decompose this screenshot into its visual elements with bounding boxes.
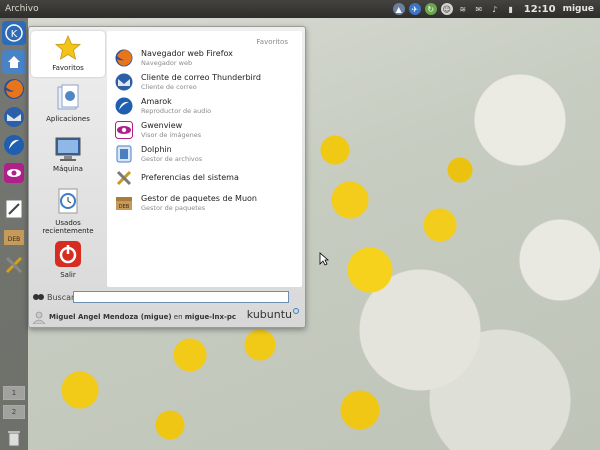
- favorite-desc: Gestor de archivos: [141, 154, 203, 163]
- system-tools-icon[interactable]: [2, 253, 26, 277]
- workspace-2[interactable]: 2: [3, 405, 25, 419]
- window-title: Archivo: [5, 4, 39, 14]
- favorite-gwenview[interactable]: Gwenview Visor de imágenes: [115, 119, 300, 141]
- firefox-icon: [115, 49, 133, 67]
- svg-text:K: K: [11, 29, 18, 40]
- top-panel: Archivo ▲ ✈ ↻ ☺ ≋ ✉ ♪ ▮ 12:10 migue: [0, 0, 600, 18]
- favorite-name: Cliente de correo Thunderbird: [141, 72, 261, 82]
- alien-icon[interactable]: ☺: [440, 3, 453, 15]
- favorite-name: Amarok: [141, 96, 172, 106]
- svg-text:DEB: DEB: [8, 236, 21, 243]
- star-icon: [54, 35, 82, 60]
- favorite-muon[interactable]: DEB Gestor de paquetes de Muon Gestor de …: [115, 192, 300, 214]
- kde-logo-icon[interactable]: K: [2, 21, 26, 45]
- favorites-panel: Favoritos Navegador web Firefox Navegador…: [107, 31, 302, 287]
- host-name: migue-lnx-pc: [184, 312, 237, 321]
- search-input[interactable]: [73, 291, 289, 303]
- menu-sidebar: Favoritos Aplicaciones Máquina Usados re…: [29, 27, 107, 289]
- favorite-amarok[interactable]: Amarok Reproductor de audio: [115, 95, 300, 117]
- trash-icon[interactable]: [2, 426, 26, 450]
- sidebar-item-machine[interactable]: Máquina: [31, 135, 105, 173]
- home-icon[interactable]: [2, 50, 26, 74]
- system-settings-icon: [116, 170, 132, 186]
- favorite-name: Preferencias del sistema: [141, 173, 239, 182]
- kubuntu-logo: kubuntu: [247, 308, 299, 321]
- brand-text: kubuntu: [246, 308, 292, 321]
- sidebar-item-label: Favoritos: [52, 64, 84, 72]
- thunderbird-icon: [115, 73, 133, 91]
- wifi-icon[interactable]: ≋: [457, 3, 469, 15]
- avatar: [32, 311, 46, 324]
- system-tray: ▲ ✈ ↻ ☺ ≋ ✉ ♪ ▮ 12:10 migue: [392, 3, 600, 15]
- amarok-icon[interactable]: [2, 133, 26, 157]
- user-menu[interactable]: migue: [563, 4, 594, 14]
- favorite-system-settings[interactable]: Preferencias del sistema: [115, 167, 300, 189]
- search-row: Buscar:: [29, 288, 305, 306]
- favorite-desc: Gestor de paquetes: [141, 203, 206, 212]
- search-icon: [33, 294, 44, 300]
- firefox-icon[interactable]: [2, 77, 26, 101]
- user-row: Miguel Angel Mendoza (migue) en migue-ln…: [29, 306, 305, 327]
- favorite-name: Gestor de paquetes de Muon: [141, 193, 257, 203]
- battery-icon[interactable]: ▮: [505, 3, 517, 15]
- mail-icon[interactable]: ✉: [473, 3, 485, 15]
- clock[interactable]: 12:10: [524, 4, 556, 15]
- dolphin-icon: [116, 145, 132, 163]
- favorite-desc: Cliente de correo: [141, 82, 197, 91]
- sidebar-item-recent[interactable]: Usados recientemente: [31, 187, 105, 235]
- launcher: K DEB 1 2: [0, 18, 28, 450]
- sidebar-item-label: Aplicaciones: [46, 115, 90, 123]
- sidebar-item-quit[interactable]: Salir: [31, 239, 105, 279]
- sidebar-item-label: Salir: [60, 271, 76, 279]
- favorite-dolphin[interactable]: Dolphin Gestor de archivos: [115, 143, 300, 165]
- deb-package-icon[interactable]: DEB: [2, 225, 26, 249]
- favorite-thunderbird[interactable]: Cliente de correo Thunderbird Cliente de …: [115, 71, 300, 93]
- network-plane-icon[interactable]: ✈: [408, 3, 421, 15]
- favorites-heading: Favoritos: [256, 38, 288, 46]
- user-info: Miguel Angel Mendoza (migue) en migue-ln…: [49, 313, 236, 321]
- computer-icon: [55, 137, 81, 161]
- application-menu: Favoritos Aplicaciones Máquina Usados re…: [28, 26, 306, 328]
- update-icon[interactable]: ↻: [424, 3, 437, 15]
- clock-document-icon: [58, 188, 78, 214]
- text-editor-icon[interactable]: [2, 197, 26, 221]
- power-icon: [55, 241, 81, 267]
- sidebar-item-applications[interactable]: Aplicaciones: [31, 83, 105, 123]
- thunderbird-icon[interactable]: [2, 105, 26, 129]
- favorite-name: Dolphin: [141, 144, 172, 154]
- applications-icon: [57, 84, 79, 110]
- mouse-cursor-icon: [319, 252, 329, 266]
- sidebar-item-label: Máquina: [53, 165, 83, 173]
- favorite-desc: Navegador web: [141, 58, 193, 67]
- favorite-name: Gwenview: [141, 120, 183, 130]
- gwenview-icon[interactable]: [2, 161, 26, 185]
- svg-text:DEB: DEB: [119, 204, 130, 210]
- volume-icon[interactable]: ♪: [489, 3, 501, 15]
- amarok-icon: [115, 97, 133, 115]
- favorite-desc: Reproductor de audio: [141, 106, 212, 115]
- muon-package-icon: DEB: [116, 197, 132, 210]
- gwenview-icon: [115, 121, 133, 139]
- sidebar-item-label: Usados recientemente: [42, 219, 94, 235]
- workspace-1[interactable]: 1: [3, 386, 25, 400]
- user-connector: en: [173, 312, 183, 321]
- kubuntu-dot-icon: [293, 308, 299, 314]
- favorite-firefox[interactable]: Navegador web Firefox Navegador web: [115, 47, 300, 69]
- sidebar-item-favorites[interactable]: Favoritos: [31, 31, 105, 77]
- arrow-up-icon[interactable]: ▲: [392, 3, 405, 15]
- user-name: Miguel Angel Mendoza (migue): [49, 312, 172, 321]
- favorite-name: Navegador web Firefox: [141, 48, 233, 58]
- favorite-desc: Visor de imágenes: [141, 130, 202, 139]
